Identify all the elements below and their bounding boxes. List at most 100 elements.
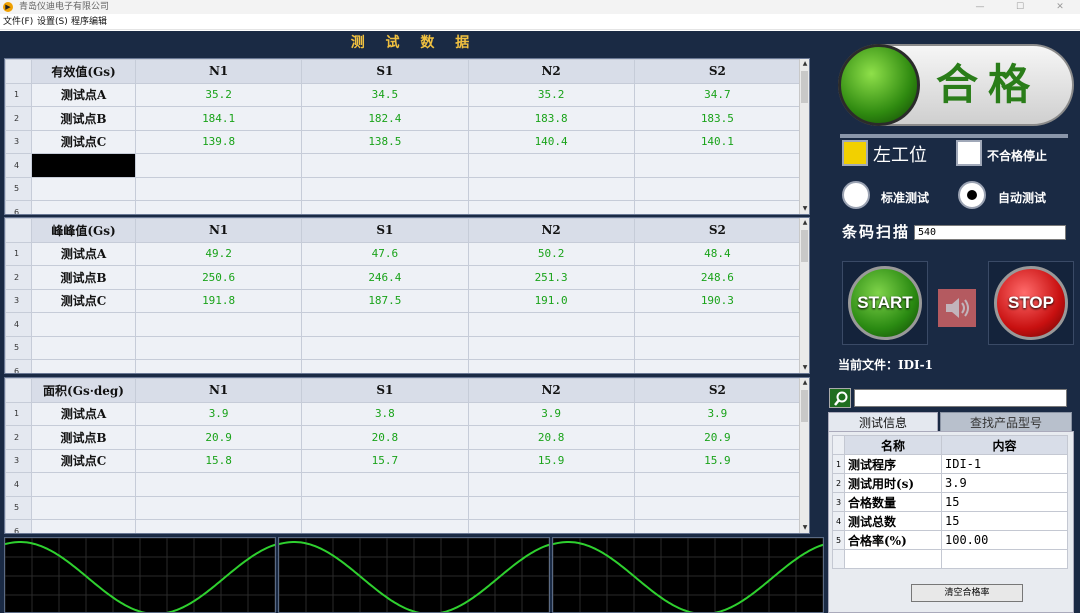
row-label[interactable]: 测试点A — [31, 241, 136, 266]
data-cell[interactable] — [467, 312, 635, 337]
data-cell[interactable] — [301, 176, 469, 201]
data-cell[interactable] — [301, 312, 469, 337]
search-button[interactable] — [829, 388, 851, 408]
data-cell[interactable]: 20.8 — [301, 425, 469, 450]
table-row[interactable]: 3 测试点C 191.8 187.5 191.0 190.3 — [5, 288, 802, 313]
scroll-up-arrow-icon[interactable]: ▲ — [800, 59, 809, 69]
data-cell[interactable]: 183.5 — [633, 106, 802, 131]
data-cell[interactable]: 183.8 — [467, 106, 635, 131]
row-label[interactable]: 测试点B — [31, 106, 136, 131]
data-cell[interactable]: 187.5 — [301, 288, 469, 313]
data-cell[interactable]: 49.2 — [134, 241, 303, 266]
data-cell[interactable] — [134, 495, 303, 520]
data-cell[interactable]: 182.4 — [301, 106, 469, 131]
tab-test-info[interactable]: 测试信息 — [828, 412, 938, 432]
data-cell[interactable] — [467, 495, 635, 520]
data-cell[interactable]: 3.9 — [134, 401, 303, 426]
scroll-down-arrow-icon[interactable]: ▼ — [800, 204, 809, 214]
row-label[interactable] — [31, 359, 136, 373]
data-cell[interactable] — [134, 519, 303, 533]
data-cell[interactable]: 20.9 — [134, 425, 303, 450]
data-cell[interactable] — [134, 335, 303, 360]
data-cell[interactable] — [467, 472, 635, 497]
scrollbar-thumb[interactable] — [801, 71, 808, 103]
data-cell[interactable] — [467, 359, 635, 373]
row-label[interactable]: 测试点C — [31, 129, 136, 154]
data-cell[interactable] — [633, 335, 802, 360]
data-cell[interactable] — [633, 153, 802, 178]
data-cell[interactable]: 47.6 — [301, 241, 469, 266]
stop-button[interactable]: STOP — [994, 266, 1068, 340]
table-row[interactable]: 4 — [5, 472, 802, 497]
data-cell[interactable]: 3.9 — [633, 401, 802, 426]
data-cell[interactable]: 246.4 — [301, 265, 469, 290]
table-row[interactable]: 2 测试点B 20.9 20.8 20.8 20.9 — [5, 425, 802, 450]
data-cell[interactable]: 191.0 — [467, 288, 635, 313]
scrollbar-thumb[interactable] — [801, 390, 808, 422]
minimize-button[interactable]: — — [960, 0, 1000, 14]
auto-test-radio[interactable] — [958, 181, 986, 209]
data-cell[interactable] — [633, 176, 802, 201]
data-cell[interactable]: 20.8 — [467, 425, 635, 450]
data-cell[interactable] — [134, 472, 303, 497]
table-row[interactable]: 5 — [5, 335, 802, 360]
data-cell[interactable]: 15.7 — [301, 448, 469, 473]
search-input[interactable] — [854, 389, 1067, 407]
data-cell[interactable]: 140.1 — [633, 129, 802, 154]
data-cell[interactable]: 3.9 — [467, 401, 635, 426]
vertical-scrollbar[interactable]: ▲ ▼ — [799, 218, 809, 373]
table-row[interactable]: 6 — [5, 519, 802, 533]
row-label[interactable] — [31, 495, 136, 520]
data-cell[interactable]: 138.5 — [301, 129, 469, 154]
scroll-down-arrow-icon[interactable]: ▼ — [800, 363, 809, 373]
row-label[interactable] — [31, 176, 136, 201]
row-label[interactable] — [31, 312, 136, 337]
data-cell[interactable]: 15.9 — [633, 448, 802, 473]
data-cell[interactable]: 251.3 — [467, 265, 635, 290]
data-cell[interactable]: 15.9 — [467, 448, 635, 473]
table-row[interactable]: 2 测试点B 184.1 182.4 183.8 183.5 — [5, 106, 802, 131]
table-row[interactable]: 6 — [5, 200, 802, 214]
data-cell[interactable]: 50.2 — [467, 241, 635, 266]
speaker-icon[interactable] — [938, 289, 976, 327]
table-row[interactable]: 4 — [5, 312, 802, 337]
menu-program-edit[interactable]: 程序编辑 — [71, 14, 107, 30]
data-cell[interactable]: 191.8 — [134, 288, 303, 313]
data-cell[interactable]: 48.4 — [633, 241, 802, 266]
row-label[interactable]: 测试点B — [31, 425, 136, 450]
data-cell[interactable] — [467, 200, 635, 214]
data-cell[interactable]: 139.8 — [134, 129, 303, 154]
vertical-scrollbar[interactable]: ▲ ▼ — [799, 59, 809, 214]
barcode-input[interactable] — [914, 225, 1066, 240]
maximize-button[interactable]: ☐ — [1000, 0, 1040, 14]
data-cell[interactable] — [467, 519, 635, 533]
data-cell[interactable] — [134, 176, 303, 201]
tab-find-product-model[interactable]: 查找产品型号 — [940, 412, 1072, 432]
standard-test-radio[interactable] — [842, 181, 870, 209]
table-row[interactable]: 2 测试点B 250.6 246.4 251.3 248.6 — [5, 265, 802, 290]
menu-file[interactable]: 文件(F) — [3, 14, 33, 30]
row-label[interactable]: 测试点C — [31, 448, 136, 473]
data-cell[interactable]: 190.3 — [633, 288, 802, 313]
scroll-down-arrow-icon[interactable]: ▼ — [800, 523, 809, 533]
data-cell[interactable] — [633, 359, 802, 373]
data-cell[interactable] — [633, 519, 802, 533]
table-row[interactable]: 4 — [5, 153, 802, 178]
data-cell[interactable] — [467, 335, 635, 360]
clear-pass-rate-button[interactable]: 清空合格率 — [911, 584, 1023, 602]
data-cell[interactable] — [134, 200, 303, 214]
data-cell[interactable] — [633, 495, 802, 520]
data-cell[interactable] — [467, 176, 635, 201]
close-button[interactable]: ✕ — [1040, 0, 1080, 14]
row-label[interactable] — [31, 472, 136, 497]
data-cell[interactable]: 34.5 — [301, 82, 469, 107]
table-row[interactable]: 6 — [5, 359, 802, 373]
row-label[interactable]: 测试点B — [31, 265, 136, 290]
data-cell[interactable] — [134, 312, 303, 337]
table-row[interactable]: 1 测试点A 3.9 3.8 3.9 3.9 — [5, 401, 802, 426]
stop-on-fail-checkbox[interactable] — [956, 140, 982, 166]
data-cell[interactable]: 35.2 — [134, 82, 303, 107]
data-cell[interactable]: 35.2 — [467, 82, 635, 107]
data-cell[interactable] — [633, 472, 802, 497]
row-label[interactable]: 测试点A — [31, 401, 136, 426]
